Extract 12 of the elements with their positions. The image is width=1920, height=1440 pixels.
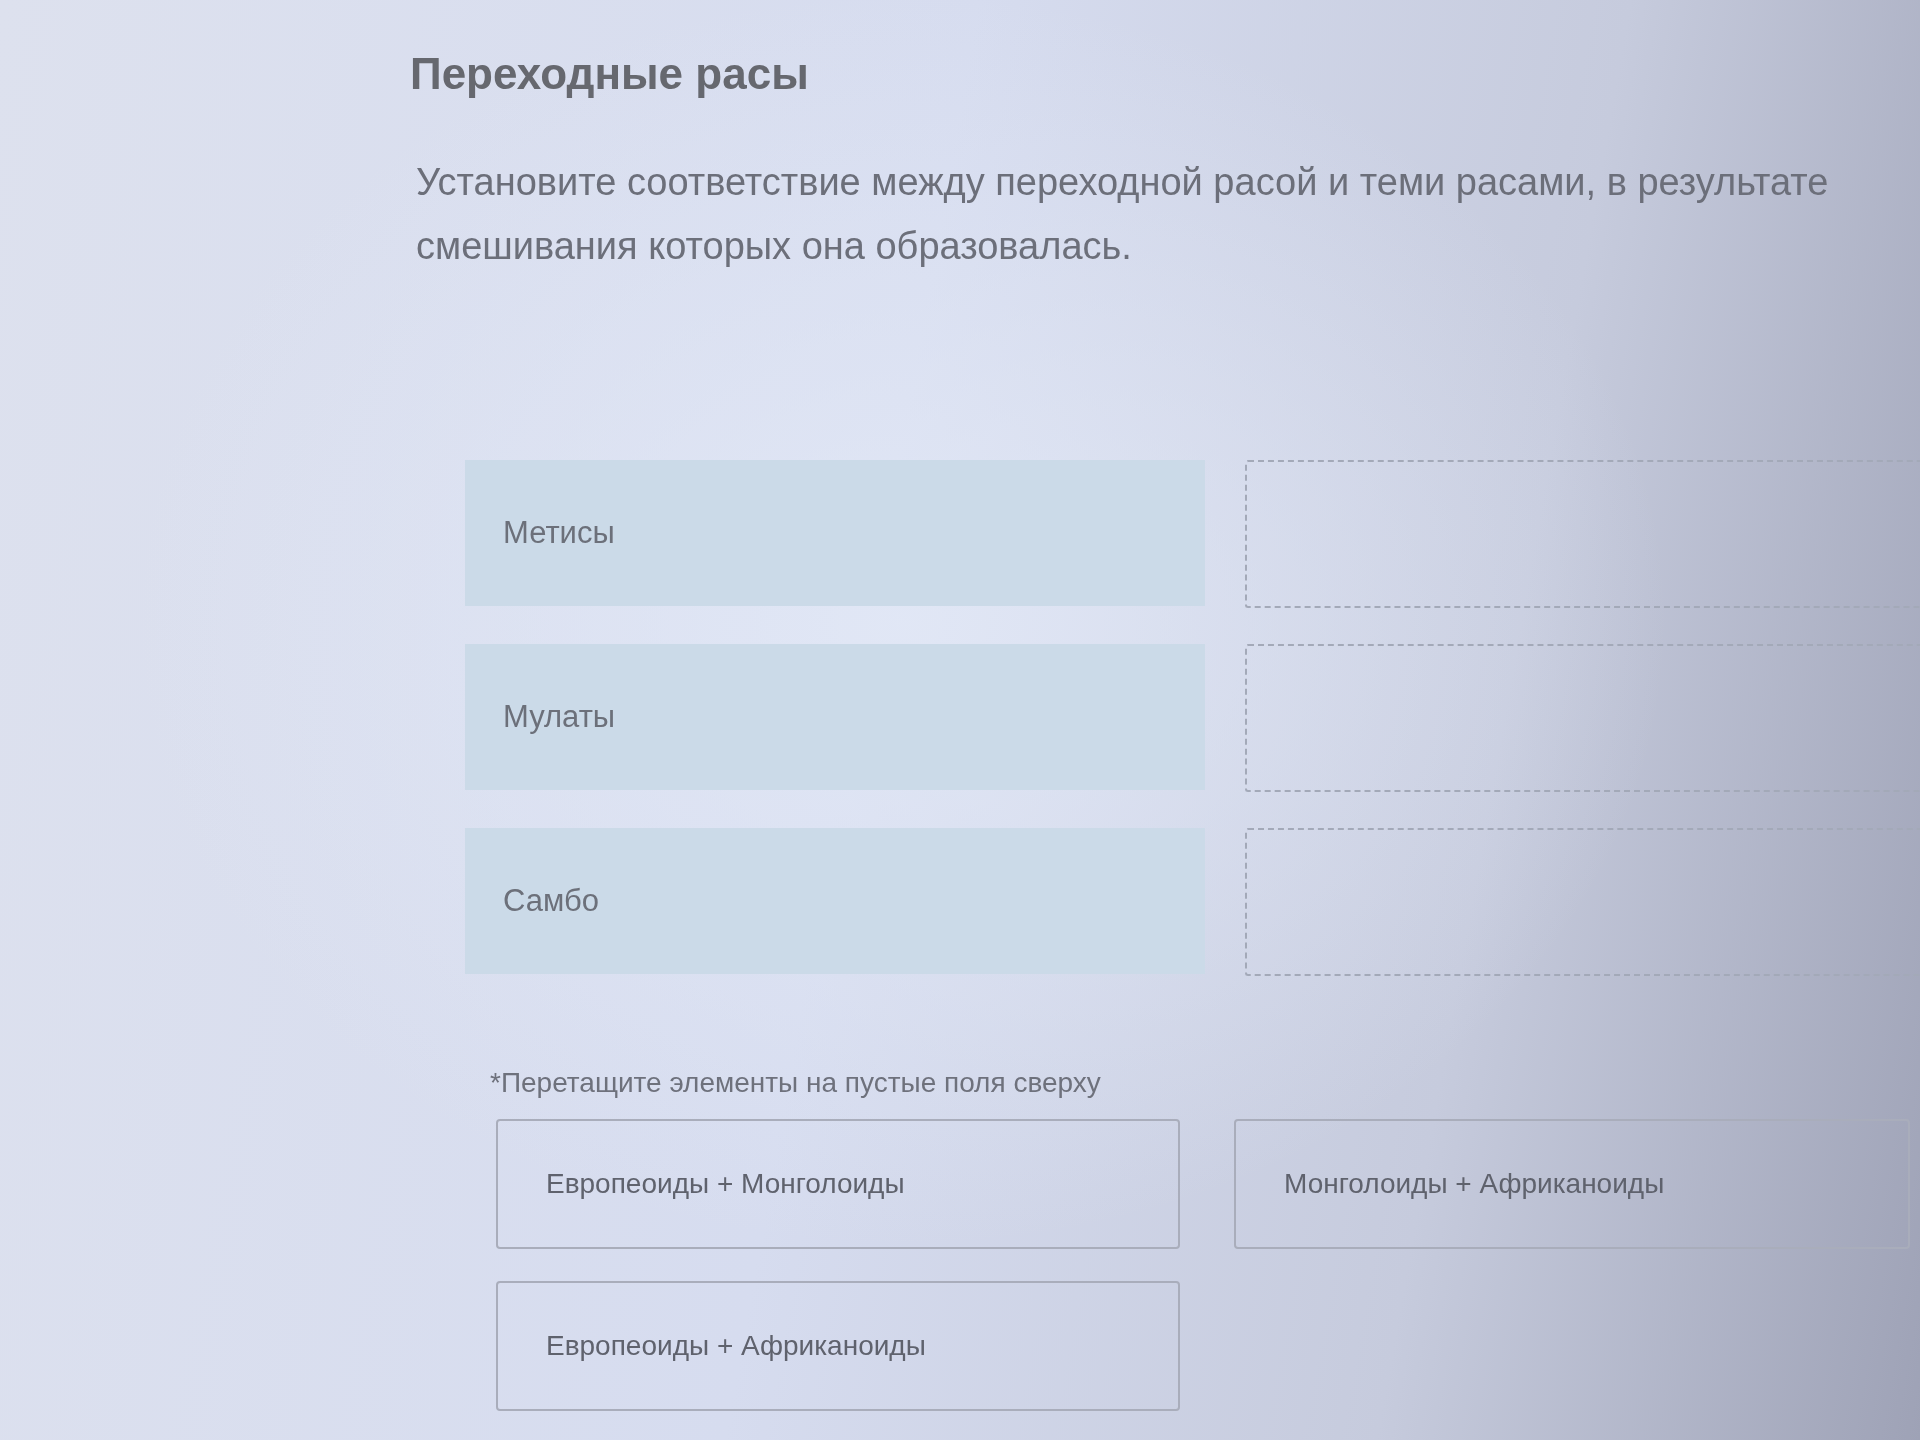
draggable-option[interactable]: Европеоиды + Африканоиды (496, 1281, 1180, 1411)
exercise-title: Переходные расы (410, 48, 809, 100)
instruction-text: Установите соответствие между переходной расой и теми расами, в результате смешивания которых она образовалась. (416, 160, 1830, 269)
term-label: Метисы (503, 515, 615, 551)
drop-zone[interactable] (1245, 828, 1920, 976)
term-label: Самбо (503, 883, 599, 919)
hint-text: *Перетащите элементы на пустые поля сверху (490, 1067, 1101, 1099)
drop-zone[interactable] (1245, 644, 1920, 792)
drop-zone[interactable] (1245, 460, 1920, 608)
draggable-option[interactable]: Европеоиды + Монголоиды (496, 1119, 1180, 1249)
draggable-option[interactable]: Монголоиды + Африканоиды (1234, 1119, 1910, 1249)
term-label: Мулаты (503, 699, 616, 735)
